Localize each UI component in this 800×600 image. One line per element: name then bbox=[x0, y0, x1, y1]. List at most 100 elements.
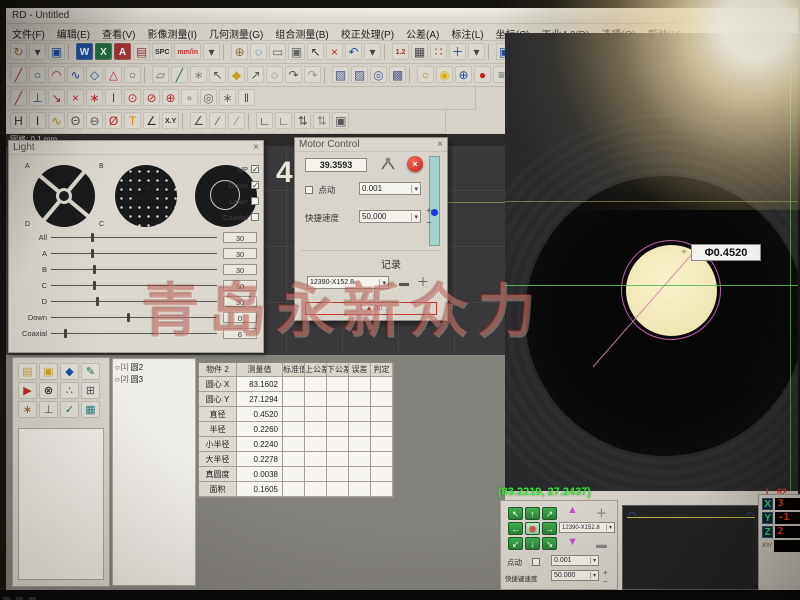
pan-tool-button[interactable]: ⊕ bbox=[231, 43, 248, 60]
circle-tool[interactable]: ○ bbox=[29, 66, 46, 83]
menu-item-6[interactable]: 组合测量(B) bbox=[269, 24, 334, 41]
dropdown-arrow[interactable]: ▾ bbox=[468, 43, 485, 60]
adjust-tool[interactable]: ∗ bbox=[219, 89, 236, 106]
pen-tool[interactable]: ╱ bbox=[171, 66, 188, 83]
probe-button[interactable]: ＋ bbox=[449, 43, 466, 60]
slider-track[interactable] bbox=[51, 237, 217, 238]
text-tool[interactable]: T bbox=[124, 112, 141, 129]
jog-arrow-button[interactable]: ↖ bbox=[508, 507, 523, 520]
record-minus-button[interactable]: ▬ bbox=[399, 280, 409, 288]
probe-point-button[interactable]: ○ bbox=[417, 66, 434, 83]
speed-plus-button[interactable]: + bbox=[426, 208, 432, 216]
tree-button[interactable]: ∴ bbox=[60, 382, 79, 399]
multi-intersect-tool[interactable]: ∗ bbox=[86, 89, 103, 106]
polygon-tool[interactable]: ◇ bbox=[86, 66, 103, 83]
menu-item-5[interactable]: 几何测量(G) bbox=[203, 24, 269, 41]
joystick-icon[interactable] bbox=[379, 156, 397, 172]
slider-value[interactable]: 30 bbox=[223, 264, 257, 275]
angle-shape-tool[interactable]: △ bbox=[105, 66, 122, 83]
jog-arrow-button[interactable]: ↘ bbox=[542, 537, 557, 550]
open-part-button[interactable]: ▣ bbox=[39, 363, 58, 380]
xy-tool[interactable]: X.Y bbox=[162, 112, 179, 129]
dropdown-arrow[interactable]: ▾ bbox=[364, 43, 381, 60]
table-row[interactable]: 半径0.2260 bbox=[199, 422, 393, 437]
record-plus-button[interactable]: ＋ bbox=[417, 278, 429, 286]
jog-step-dropdown[interactable]: 0.001▾ bbox=[551, 555, 599, 566]
slider-track[interactable] bbox=[51, 333, 217, 334]
table-row[interactable]: 圆心 X83.1602 bbox=[199, 377, 393, 392]
region-move-tool[interactable]: ▨ bbox=[351, 66, 368, 83]
datum-tool[interactable]: ∟ bbox=[256, 112, 273, 129]
zoom-out-button[interactable]: ▬ bbox=[596, 539, 607, 551]
light-checkbox-down[interactable]: Down✓ bbox=[205, 177, 259, 193]
z-axis-slider[interactable] bbox=[429, 156, 440, 246]
slider-thumb[interactable] bbox=[93, 265, 96, 274]
speed-minus-button[interactable]: − bbox=[426, 220, 432, 228]
ring-tool[interactable]: ◎ bbox=[200, 89, 217, 106]
menu-item-3[interactable]: 查看(V) bbox=[96, 24, 141, 41]
menu-item-2[interactable]: 编辑(E) bbox=[51, 24, 96, 41]
jog-stop-button[interactable]: ⊗ bbox=[525, 522, 540, 535]
ellipse-tool[interactable]: ○ bbox=[124, 66, 141, 83]
light-checkbox-laser[interactable]: Laser bbox=[205, 193, 259, 209]
pointer-tool-button[interactable]: ↖ bbox=[307, 43, 324, 60]
slider-value[interactable]: 30 bbox=[223, 280, 257, 291]
level-button[interactable]: ⊥ bbox=[39, 401, 58, 418]
export-word-button[interactable]: W bbox=[76, 43, 93, 60]
menu-item-9[interactable]: 标注(L) bbox=[445, 24, 489, 41]
point-tool[interactable]: ╱ bbox=[10, 89, 27, 106]
theta2-tool[interactable]: ⊖ bbox=[86, 112, 103, 129]
updown-dim-tool[interactable]: ⇅ bbox=[294, 112, 311, 129]
region-circle-tool[interactable]: ◎ bbox=[370, 66, 387, 83]
slider-track[interactable] bbox=[51, 253, 217, 254]
motor-stop-button[interactable]: × bbox=[407, 156, 423, 172]
slider-thumb[interactable] bbox=[91, 249, 94, 258]
export-excel-button[interactable]: X bbox=[95, 43, 112, 60]
stop-run-button[interactable]: ⊗ bbox=[39, 382, 58, 399]
jog-step-dropdown[interactable]: 0.001▾ bbox=[359, 182, 421, 195]
region-hatch-tool[interactable]: ▧ bbox=[332, 66, 349, 83]
slider-track[interactable] bbox=[51, 317, 217, 318]
camera-viewport[interactable]: + Φ0.4520 bbox=[505, 33, 798, 491]
table-row[interactable]: 圆心 Y27.1294 bbox=[199, 392, 393, 407]
lamp-button[interactable]: ◉ bbox=[436, 66, 453, 83]
program-list-empty[interactable] bbox=[18, 428, 104, 580]
speed-dropdown[interactable]: 50.000▾ bbox=[359, 210, 421, 223]
dropdown-arrow[interactable]: ▾ bbox=[29, 43, 46, 60]
feature-item-2[interactable]: ○[2]圆3 bbox=[113, 373, 195, 385]
box-diag-tool[interactable]: ▱ bbox=[152, 66, 169, 83]
table-row[interactable]: 直径0.4520 bbox=[199, 407, 393, 422]
point-array-button[interactable]: ∷ bbox=[430, 43, 447, 60]
jog-checkbox[interactable] bbox=[532, 558, 540, 566]
jog-speed-dropdown[interactable]: 50.000▾ bbox=[551, 570, 599, 581]
table-row[interactable]: 小半径0.2240 bbox=[199, 437, 393, 452]
jog-arrow-button[interactable]: ↗ bbox=[542, 507, 557, 520]
close-icon[interactable]: × bbox=[437, 139, 443, 150]
slider-thumb[interactable] bbox=[96, 297, 99, 306]
z-slider-thumb[interactable] bbox=[431, 209, 438, 216]
curve-tool[interactable]: ↷ bbox=[304, 66, 321, 83]
circle-point-tool[interactable]: ⊙ bbox=[124, 89, 141, 106]
jog-arrow-button[interactable]: ↓ bbox=[525, 537, 540, 550]
new-part-button[interactable]: ▤ bbox=[18, 363, 37, 380]
slider-thumb[interactable] bbox=[64, 329, 67, 338]
jog-arrow-button[interactable]: → bbox=[542, 522, 557, 535]
jog-speed-minus-button[interactable]: − bbox=[603, 578, 608, 586]
lens-preset-dropdown[interactable]: 12390-X152.8▾ bbox=[307, 276, 389, 289]
windows-button[interactable]: ⊞ bbox=[81, 382, 100, 399]
slider-track[interactable] bbox=[51, 301, 217, 302]
grid-view-button[interactable]: ▦ bbox=[81, 401, 100, 418]
z-down-button[interactable]: ▼ bbox=[567, 536, 578, 548]
menu-item-8[interactable]: 公差(A) bbox=[400, 24, 445, 41]
table-row[interactable]: 真圆度0.0038 bbox=[199, 467, 393, 482]
pause-indicator[interactable]: ‖ bbox=[238, 89, 255, 106]
package-button[interactable]: ◆ bbox=[60, 363, 79, 380]
run-button[interactable]: ▶ bbox=[18, 382, 37, 399]
grid-button[interactable]: ▦ bbox=[411, 43, 428, 60]
cluster-tool[interactable]: ∗ bbox=[190, 66, 207, 83]
slider-value[interactable]: 6 bbox=[223, 328, 257, 339]
slider-value[interactable]: 30 bbox=[223, 248, 257, 259]
trace-tool[interactable]: ↷ bbox=[285, 66, 302, 83]
move-stage-button[interactable]: ⊕ bbox=[455, 66, 472, 83]
slider-thumb[interactable] bbox=[91, 233, 94, 242]
